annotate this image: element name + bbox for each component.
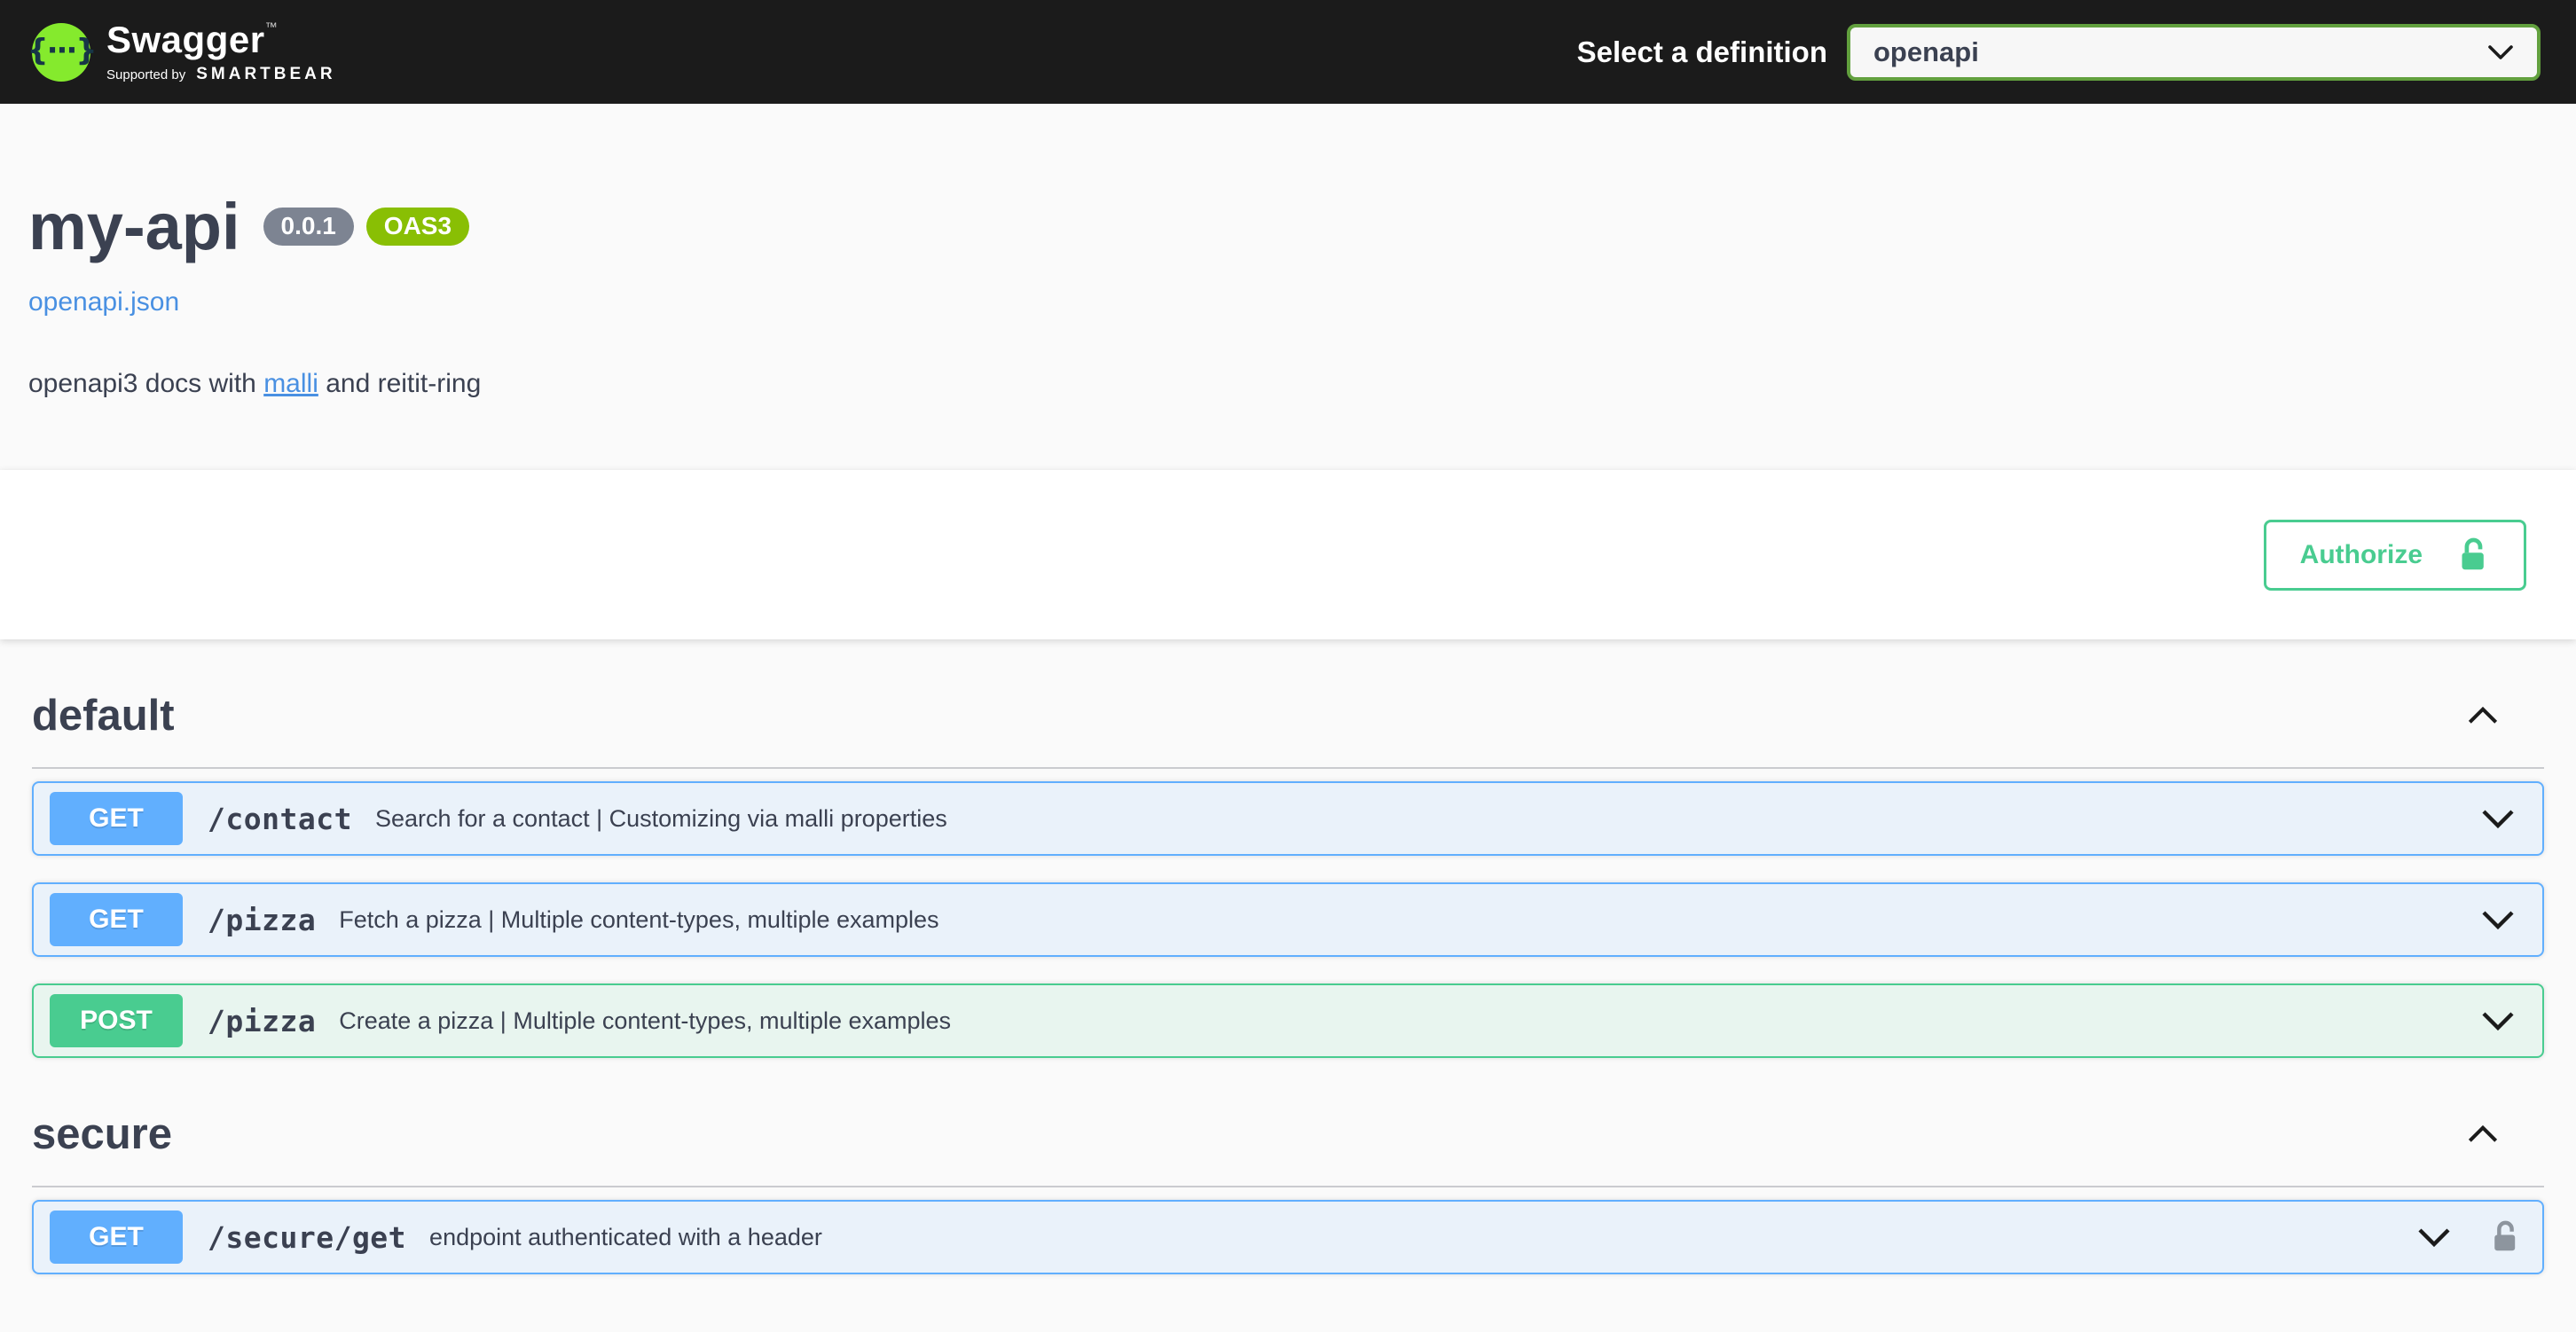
trademark-mark: ™ (265, 20, 279, 34)
api-description: openapi3 docs with malli and reitit-ring (28, 369, 2548, 399)
method-badge: GET (50, 1211, 183, 1264)
operation-row-get-contact[interactable]: GET /contact Search for a contact | Cust… (32, 781, 2544, 856)
swagger-brand-link[interactable]: {···} Swagger™ Supported by SMARTBEAR (32, 20, 336, 82)
method-badge: POST (50, 994, 183, 1047)
operation-row-get-secure[interactable]: GET /secure/get endpoint authenticated w… (32, 1200, 2544, 1274)
section-header-default[interactable]: default (32, 680, 2544, 769)
operation-path: /pizza (208, 903, 316, 937)
main-content: my-api 0.0.1 OAS3 openapi.json openapi3 … (0, 104, 2576, 1332)
method-badge: GET (50, 893, 183, 946)
section-header-secure[interactable]: secure (32, 1099, 2544, 1187)
operation-path: /pizza (208, 1004, 316, 1038)
section-title[interactable]: default (32, 691, 175, 740)
malli-link[interactable]: malli (263, 369, 318, 398)
operation-row-get-pizza[interactable]: GET /pizza Fetch a pizza | Multiple cont… (32, 882, 2544, 957)
chevron-down-icon[interactable] (2416, 1226, 2452, 1248)
topbar: {···} Swagger™ Supported by SMARTBEAR Se… (0, 0, 2576, 104)
section-title[interactable]: secure (32, 1109, 172, 1159)
method-badge: GET (50, 792, 183, 845)
version-badge: 0.0.1 (263, 208, 354, 246)
spec-link[interactable]: openapi.json (28, 287, 179, 317)
operation-summary: endpoint authenticated with a header (429, 1224, 2416, 1251)
brand-text: Swagger™ Supported by SMARTBEAR (106, 20, 336, 82)
operation-row-post-pizza[interactable]: POST /pizza Create a pizza | Multiple co… (32, 983, 2544, 1058)
page-title: my-api 0.0.1 OAS3 (28, 189, 2548, 264)
swagger-logo-icon: {···} (32, 23, 90, 82)
operation-summary: Search for a contact | Customizing via m… (375, 805, 2480, 833)
brand-name: Swagger™ (106, 20, 336, 59)
smartbear-wordmark: SMARTBEAR (196, 66, 335, 83)
brand-tagline: Supported by SMARTBEAR (106, 66, 336, 83)
operation-summary: Fetch a pizza | Multiple content-types, … (339, 906, 2480, 934)
tagline-prefix: Supported by (106, 68, 185, 82)
api-title-text: my-api (28, 189, 240, 264)
select-definition-label: Select a definition (1577, 35, 1827, 69)
curly-braces-glyph: {···} (27, 35, 95, 69)
brand-word: Swagger (106, 19, 265, 60)
description-text-before: openapi3 docs with (28, 369, 263, 398)
operations-wrapper: default GET /contact Search for a contac… (0, 680, 2576, 1332)
chevron-down-icon[interactable] (2480, 1010, 2516, 1031)
oas3-badge: OAS3 (366, 208, 469, 246)
authorize-label: Authorize (2300, 540, 2423, 570)
operation-path: /contact (208, 802, 352, 836)
scheme-container: Authorize (0, 470, 2576, 639)
chevron-down-icon[interactable] (2480, 808, 2516, 829)
api-info-section: my-api 0.0.1 OAS3 openapi.json openapi3 … (0, 104, 2576, 399)
chevron-up-icon[interactable] (2466, 706, 2500, 725)
definition-select[interactable]: openapi (1847, 24, 2541, 81)
authorize-button[interactable]: Authorize (2264, 520, 2526, 591)
unlock-icon[interactable] (2491, 1218, 2521, 1256)
chevron-down-icon (2487, 44, 2514, 60)
definition-selector-group: Select a definition openapi (1577, 24, 2541, 81)
chevron-down-icon[interactable] (2480, 909, 2516, 930)
definition-select-value: openapi (1873, 36, 1979, 68)
operation-path: /secure/get (208, 1220, 406, 1255)
description-text-after: and reitit-ring (318, 369, 481, 398)
chevron-up-icon[interactable] (2466, 1124, 2500, 1144)
unlock-icon (2458, 536, 2490, 575)
operation-summary: Create a pizza | Multiple content-types,… (339, 1007, 2480, 1035)
